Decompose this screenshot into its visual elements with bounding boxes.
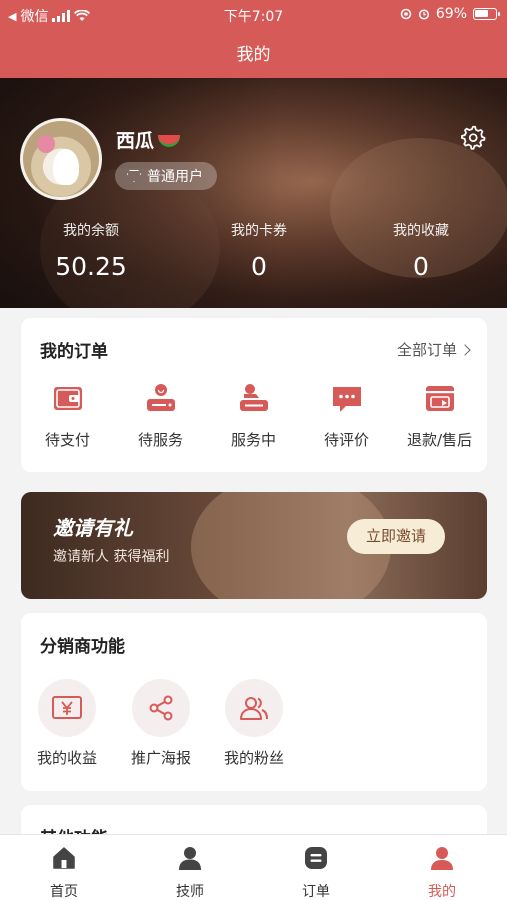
diamond-icon [127, 170, 141, 182]
yen-icon [52, 696, 82, 719]
service-pending-icon [146, 384, 175, 411]
refund-icon [425, 386, 454, 411]
tab-mine[interactable]: 我的 [379, 845, 505, 900]
wallet-icon [53, 387, 82, 410]
stat-value: 0 [251, 252, 267, 281]
distributor-item-label: 我的收益 [36, 749, 97, 767]
invite-banner[interactable]: 邀请有礼 邀请新人 获得福利 立即邀请 [21, 492, 487, 599]
stat-value: 50.25 [55, 252, 127, 281]
distributor-item-label: 推广海报 [130, 749, 191, 767]
invite-title: 邀请有礼 [53, 516, 133, 540]
all-orders-label: 全部订单 [396, 341, 457, 359]
bottom-tab-bar: 首页 技师 订单 我的 [0, 834, 507, 900]
stat-coupons[interactable]: 我的卡券 0 [199, 220, 319, 281]
chevron-right-icon [459, 343, 471, 356]
member-level-badge: 普通用户 [115, 162, 217, 190]
distributor-title: 分销商功能 [40, 637, 125, 657]
order-pending-service[interactable]: 待服务 [114, 381, 207, 450]
share-icon [149, 695, 173, 721]
order-label: 待支付 [44, 431, 90, 449]
comment-icon [332, 387, 361, 412]
invite-now-button[interactable]: 立即邀请 [347, 519, 445, 554]
my-fans-item[interactable]: 我的粉丝 [209, 679, 299, 768]
in-service-icon [239, 384, 268, 411]
order-label: 待评价 [323, 431, 369, 449]
tab-label: 订单 [302, 884, 330, 900]
order-refund[interactable]: 退款/售后 [393, 381, 486, 450]
user-nickname: 西瓜 [116, 126, 181, 153]
tab-home[interactable]: 首页 [1, 845, 127, 900]
battery-icon [473, 8, 500, 20]
tab-label: 首页 [50, 884, 78, 900]
user-icon [431, 847, 453, 870]
stat-label: 我的余额 [63, 223, 119, 239]
my-orders-card: 我的订单 全部订单 待支付 待服务 服务中 待评价 退款/售后 [21, 318, 487, 472]
stat-favorites[interactable]: 我的收藏 0 [361, 220, 481, 281]
rotation-lock-icon [400, 8, 412, 20]
all-orders-link[interactable]: 全部订单 [396, 339, 471, 360]
top-bar: ◀ 微信 下午7:07 69% 我的 [0, 0, 507, 78]
order-icon [305, 847, 327, 869]
page-title: 我的 [236, 45, 271, 65]
home-icon [53, 847, 75, 869]
avatar[interactable] [20, 118, 102, 200]
orders-title: 我的订单 [40, 342, 108, 362]
profile-header: 西瓜 普通用户 我的余额 50.25 我的卡券 0 我的收藏 0 [0, 78, 507, 308]
nickname-text: 西瓜 [116, 130, 155, 152]
my-earnings-item[interactable]: 我的收益 [22, 679, 112, 768]
distributor-card: 分销商功能 我的收益 推广海报 我的粉丝 [21, 613, 487, 791]
technician-icon [179, 847, 201, 870]
tab-label: 我的 [428, 884, 456, 900]
order-pending-payment[interactable]: 待支付 [21, 381, 114, 450]
order-label: 待服务 [137, 431, 183, 449]
stat-value: 0 [413, 252, 429, 281]
battery-percent: 69% [435, 6, 467, 22]
status-bar: ◀ 微信 下午7:07 69% [0, 0, 507, 30]
stat-label: 我的卡券 [231, 223, 287, 239]
stat-balance[interactable]: 我的余额 50.25 [31, 220, 151, 281]
settings-gear-icon[interactable] [460, 124, 486, 150]
stat-label: 我的收藏 [393, 223, 449, 239]
watermelon-icon [158, 134, 181, 147]
tab-orders[interactable]: 订单 [253, 845, 379, 900]
invite-subtitle: 邀请新人 获得福利 [53, 549, 170, 565]
order-pending-review[interactable]: 待评价 [300, 381, 393, 450]
order-label: 服务中 [230, 431, 276, 449]
tab-technician[interactable]: 技师 [127, 845, 253, 900]
tab-label: 技师 [176, 884, 204, 900]
alarm-icon [418, 9, 429, 20]
order-label: 退款/售后 [406, 431, 473, 449]
promo-poster-item[interactable]: 推广海报 [116, 679, 206, 768]
member-level-label: 普通用户 [147, 169, 203, 185]
distributor-item-label: 我的粉丝 [223, 749, 284, 767]
fans-icon [240, 697, 268, 720]
order-in-service[interactable]: 服务中 [207, 381, 300, 450]
